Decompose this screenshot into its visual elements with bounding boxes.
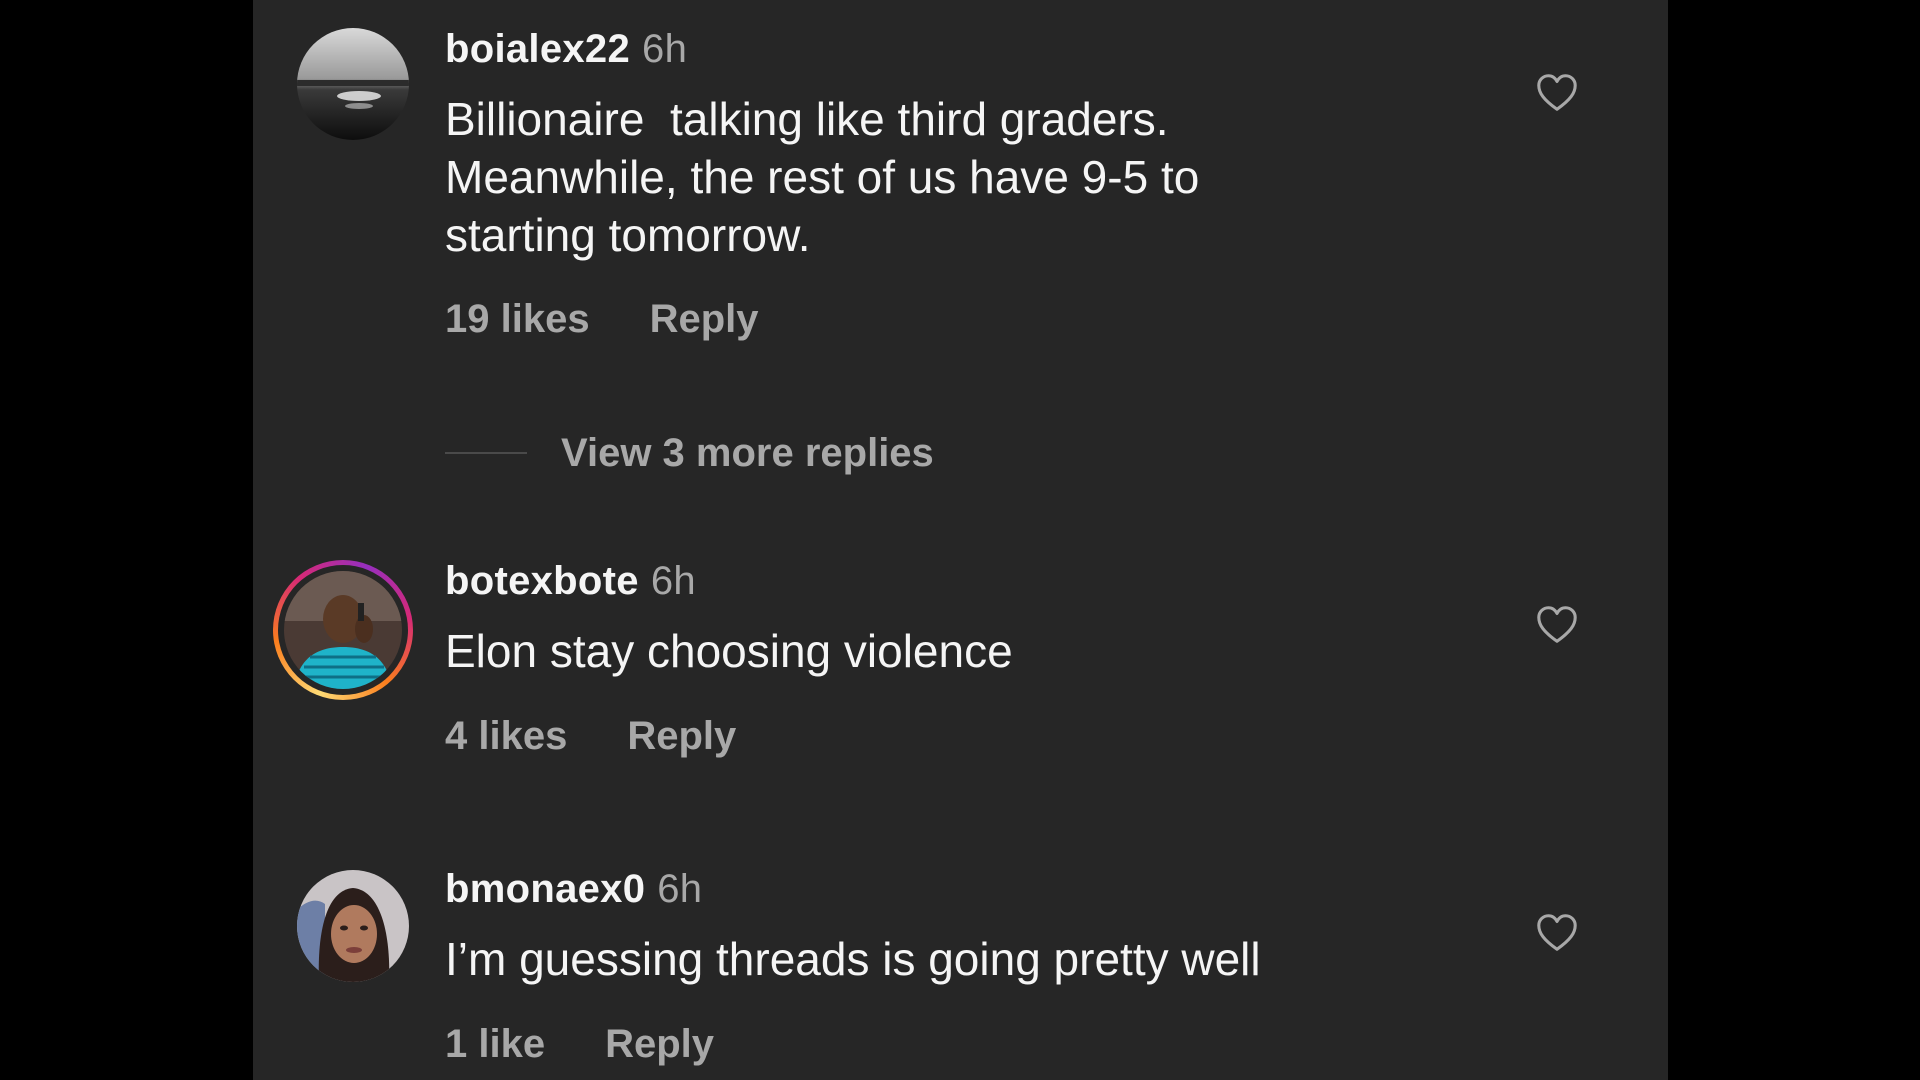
- view-more-replies-label: View 3 more replies: [561, 431, 934, 475]
- reply-button[interactable]: Reply: [627, 714, 736, 758]
- comment-text: Elon stay choosing violence: [445, 625, 1013, 677]
- likes-count[interactable]: 19 likes: [445, 297, 590, 341]
- avatar-image: [297, 870, 409, 982]
- avatar: [284, 571, 402, 689]
- comment-actions: 4 likes Reply: [445, 711, 736, 761]
- avatar[interactable]: [297, 28, 409, 140]
- story-ring[interactable]: [273, 560, 413, 700]
- reply-button[interactable]: Reply: [605, 1022, 714, 1066]
- heart-outline-icon[interactable]: [1534, 602, 1580, 648]
- avatar-image: [297, 28, 409, 140]
- username[interactable]: bmonaex0: [445, 867, 645, 911]
- heart-outline-icon[interactable]: [1534, 70, 1580, 116]
- comment-header: boialex22 6h: [445, 24, 687, 74]
- timestamp: 6h: [657, 867, 703, 911]
- comment-text: I’m guessing threads is going pretty wel…: [445, 933, 1261, 985]
- likes-count[interactable]: 4 likes: [445, 714, 567, 758]
- avatar[interactable]: [297, 870, 409, 982]
- comment-actions: 1 like Reply: [445, 1019, 714, 1069]
- avatar-image: [284, 571, 402, 689]
- comment-header: bmonaex0 6h: [445, 864, 702, 914]
- heart-outline-icon[interactable]: [1534, 910, 1580, 956]
- comment-text: Billionaire talking like third graders. …: [445, 93, 1200, 261]
- divider: [445, 452, 527, 454]
- likes-count[interactable]: 1 like: [445, 1022, 545, 1066]
- reply-button[interactable]: Reply: [650, 297, 759, 341]
- username[interactable]: boialex22: [445, 27, 630, 71]
- comment-header: botexbote 6h: [445, 556, 696, 606]
- timestamp: 6h: [650, 559, 696, 603]
- timestamp: 6h: [642, 27, 688, 71]
- username[interactable]: botexbote: [445, 559, 639, 603]
- comments-panel: boialex22 6h Billionaire talking like thi…: [253, 0, 1668, 1080]
- comment-actions: 19 likes Reply: [445, 294, 759, 344]
